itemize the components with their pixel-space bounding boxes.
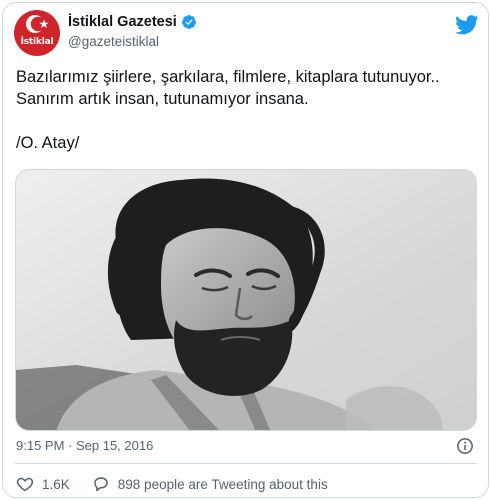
tweet-line: /O. Atay/ — [16, 134, 80, 152]
avatar-label: İstiklal — [20, 37, 54, 47]
discussion-text: 898 people are Tweeting about this — [117, 476, 328, 492]
display-name-row[interactable]: İstiklal Gazetesi — [68, 13, 197, 31]
reply-bubble-icon — [94, 477, 108, 492]
timestamp-separator: · — [64, 438, 76, 453]
tweet-actions: 1.6K 898 people are Tweeting about this — [16, 474, 328, 494]
tweet-timestamp[interactable]: 9:15 PM · Sep 15, 2016 — [16, 438, 153, 454]
tweet-line: Bazılarımız şiirlere, şarkılara, filmler… — [16, 68, 440, 86]
twitter-bird-icon[interactable] — [455, 14, 479, 36]
heart-icon — [16, 477, 34, 492]
tweet-date: Sep 15, 2016 — [75, 438, 154, 453]
discussion-link[interactable]: 898 people are Tweeting about this — [92, 475, 328, 493]
tweet-card: İstiklal İstiklal Gazetesi @gazeteistikl… — [2, 2, 489, 498]
tweet-line: Sanırım artık insan, tutunamıyor insana. — [16, 90, 309, 108]
like-button[interactable]: 1.6K — [16, 475, 70, 493]
verified-badge-icon — [181, 15, 196, 29]
crescent-star-logo-icon — [26, 15, 49, 33]
like-count: 1.6K — [42, 476, 70, 492]
tweet-photo[interactable] — [15, 169, 477, 431]
avatar[interactable]: İstiklal — [14, 10, 60, 56]
divider — [15, 463, 477, 464]
account-handle[interactable]: @gazeteistiklal — [68, 33, 197, 51]
account-names: İstiklal Gazetesi @gazeteistiklal — [68, 13, 197, 51]
tweet-header: İstiklal İstiklal Gazetesi @gazeteistikl… — [14, 10, 479, 56]
tweet-time: 9:15 PM — [16, 438, 65, 453]
info-icon[interactable] — [456, 437, 474, 455]
tweet-text: Bazılarımız şiirlere, şarkılara, filmler… — [16, 66, 481, 154]
portrait-photo-icon — [16, 170, 476, 430]
tweet-line-gap — [16, 110, 481, 132]
display-name[interactable]: İstiklal Gazetesi — [68, 13, 177, 31]
